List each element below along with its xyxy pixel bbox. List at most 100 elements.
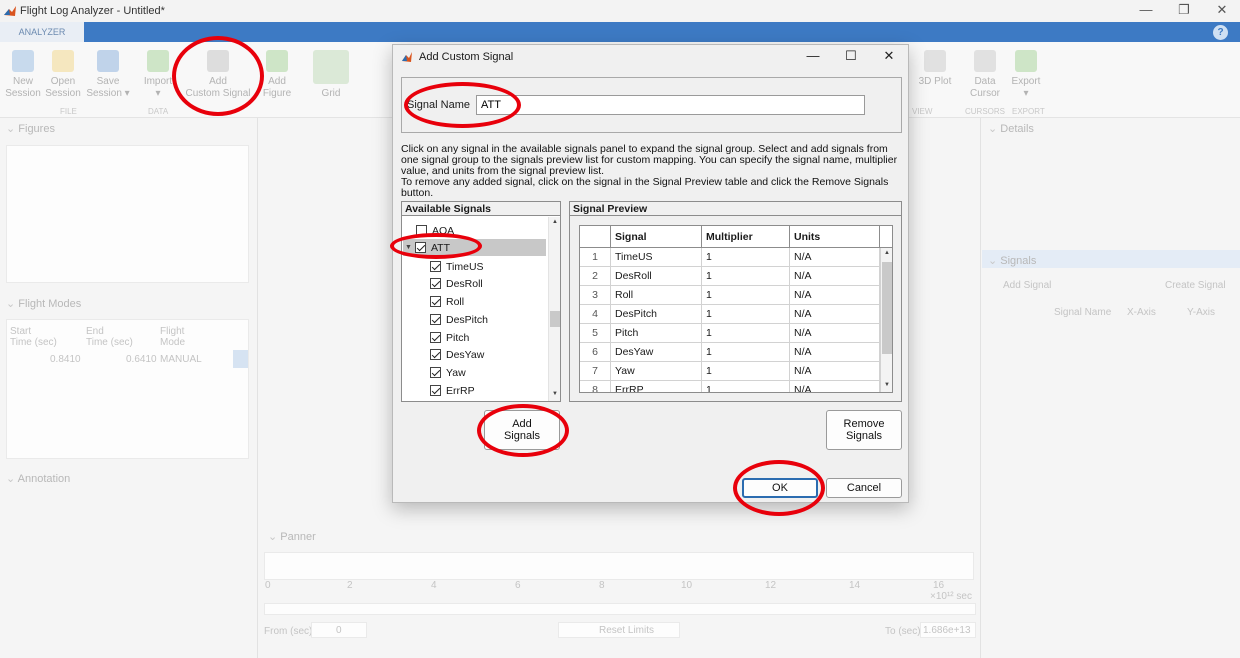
tree-item-timeus[interactable]: TimeUS [430, 258, 484, 275]
signal-cell[interactable]: ErrRP [611, 381, 702, 392]
tree-item-desyaw[interactable]: DesYaw [430, 346, 484, 363]
open-session-button[interactable]: Open Session [40, 50, 86, 100]
checkbox-timeus[interactable] [430, 261, 441, 272]
3d-plot-button[interactable]: 3D Plot [912, 50, 958, 88]
table-row[interactable]: 7 Yaw 1 N/A [580, 362, 892, 381]
signal-cell[interactable]: Yaw [611, 362, 702, 381]
annotation-circle-ok [733, 460, 825, 516]
scroll-up-arrow-icon[interactable]: ▲ [552, 219, 558, 225]
tree-item-desroll[interactable]: DesRoll [430, 275, 483, 292]
table-row[interactable]: 4 DesPitch 1 N/A [580, 305, 892, 324]
table-row[interactable]: 8 ErrRP 1 N/A [580, 381, 892, 392]
checkbox-despitch[interactable] [430, 314, 441, 325]
checkbox-yaw[interactable] [430, 367, 441, 378]
remove-signals-button[interactable]: Remove Signals [826, 410, 902, 450]
units-cell[interactable]: N/A [790, 305, 880, 324]
import-label: Import ▾ [143, 76, 173, 99]
column-header-signal[interactable]: Signal [611, 226, 702, 248]
units-cell[interactable]: N/A [790, 324, 880, 343]
row-index: 5 [580, 324, 611, 343]
create-signal-button[interactable]: Create Signal [1165, 280, 1226, 291]
dialog-minimize-button[interactable]: — [804, 48, 822, 64]
multiplier-cell[interactable]: 1 [702, 362, 790, 381]
checkbox-errrp[interactable] [430, 385, 441, 396]
add-signal-button[interactable]: Add Signal [1003, 280, 1051, 291]
scrollbar-thumb[interactable] [882, 262, 892, 354]
signal-name-input[interactable] [476, 95, 865, 115]
grid-button[interactable]: Grid [308, 50, 354, 100]
checkbox-pitch[interactable] [430, 332, 441, 343]
multiplier-cell[interactable]: 1 [702, 305, 790, 324]
panner-track[interactable] [264, 552, 974, 580]
cancel-button[interactable]: Cancel [826, 478, 902, 498]
to-input[interactable]: 1.686e+13 [920, 622, 976, 638]
table-row[interactable]: 6 DesYaw 1 N/A [580, 343, 892, 362]
instructions-line-2: To remove any added signal, click on the… [401, 176, 889, 199]
panner-title[interactable]: Panner [268, 530, 315, 543]
signals-panel-title[interactable]: Signals [988, 254, 1036, 267]
tree-item-label: TimeUS [446, 260, 484, 273]
checkbox-roll[interactable] [430, 296, 441, 307]
column-header-units[interactable]: Units [790, 226, 880, 248]
signal-cell[interactable]: Roll [611, 286, 702, 305]
tree-item-yaw[interactable]: Yaw [430, 364, 466, 381]
minimize-button[interactable]: — [1136, 2, 1156, 18]
matlab-logo-icon [4, 6, 16, 16]
dialog-maximize-button[interactable]: ☐ [842, 48, 860, 64]
tree-item-roll[interactable]: Roll [430, 293, 464, 310]
scroll-up-arrow-icon[interactable]: ▲ [884, 250, 890, 256]
data-cursor-button[interactable]: Data Cursor [962, 50, 1008, 100]
signal-cell[interactable]: DesYaw [611, 343, 702, 362]
signal-cell[interactable]: TimeUS [611, 248, 702, 267]
units-cell[interactable]: N/A [790, 362, 880, 381]
tab-analyzer[interactable]: ANALYZER [0, 22, 84, 42]
multiplier-cell[interactable]: 1 [702, 343, 790, 362]
annotation-panel-title[interactable]: Annotation [6, 472, 71, 485]
dialog-close-button[interactable]: ✕ [880, 48, 898, 64]
close-window-button[interactable]: ✕ [1212, 2, 1232, 18]
multiplier-cell[interactable]: 1 [702, 248, 790, 267]
save-session-button[interactable]: Save Session ▾ [85, 50, 131, 100]
details-panel-title[interactable]: Details [988, 122, 1034, 135]
tree-item-errrp[interactable]: ErrRP [430, 382, 475, 399]
units-cell[interactable]: N/A [790, 248, 880, 267]
ribbon-group-data: DATA [148, 107, 169, 116]
units-cell[interactable]: N/A [790, 267, 880, 286]
annotation-circle-att [390, 233, 482, 259]
table-row[interactable]: 1 TimeUS 1 N/A [580, 248, 892, 267]
new-session-icon [12, 50, 34, 72]
signal-cell[interactable]: Pitch [611, 324, 702, 343]
multiplier-cell[interactable]: 1 [702, 324, 790, 343]
help-icon[interactable]: ? [1213, 25, 1228, 40]
signal-preview-scrollbar[interactable]: ▲ ▼ [880, 248, 892, 392]
signal-cell[interactable]: DesPitch [611, 305, 702, 324]
reset-limits-button[interactable]: Reset Limits [558, 622, 680, 638]
from-input[interactable]: 0 [311, 622, 367, 638]
panner-scrollbar[interactable] [264, 603, 976, 615]
units-cell[interactable]: N/A [790, 343, 880, 362]
panner-tick-14: 14 [849, 580, 861, 591]
restore-button[interactable]: ❐ [1174, 2, 1194, 18]
multiplier-cell[interactable]: 1 [702, 381, 790, 392]
units-cell[interactable]: N/A [790, 381, 880, 392]
multiplier-cell[interactable]: 1 [702, 267, 790, 286]
checkbox-desroll[interactable] [430, 278, 441, 289]
table-row[interactable]: 5 Pitch 1 N/A [580, 324, 892, 343]
table-row[interactable]: 3 Roll 1 N/A [580, 286, 892, 305]
scroll-down-arrow-icon[interactable]: ▼ [884, 382, 890, 388]
available-signals-scrollbar[interactable]: ▲ ▼ [548, 217, 560, 401]
export-button[interactable]: Export ▾ [1003, 50, 1049, 100]
tree-item-pitch[interactable]: Pitch [430, 329, 469, 346]
column-header-multiplier[interactable]: Multiplier [702, 226, 790, 248]
flight-modes-panel-title[interactable]: Flight Modes [6, 297, 81, 310]
figures-panel-title[interactable]: Figures [6, 122, 55, 135]
tree-item-despitch[interactable]: DesPitch [430, 311, 488, 328]
multiplier-cell[interactable]: 1 [702, 286, 790, 305]
scroll-down-arrow-icon[interactable]: ▼ [552, 391, 558, 397]
signal-cell[interactable]: DesRoll [611, 267, 702, 286]
scrollbar-thumb[interactable] [550, 311, 560, 327]
units-cell[interactable]: N/A [790, 286, 880, 305]
checkbox-desyaw[interactable] [430, 349, 441, 360]
table-row[interactable]: 2 DesRoll 1 N/A [580, 267, 892, 286]
row-index: 8 [580, 381, 611, 392]
